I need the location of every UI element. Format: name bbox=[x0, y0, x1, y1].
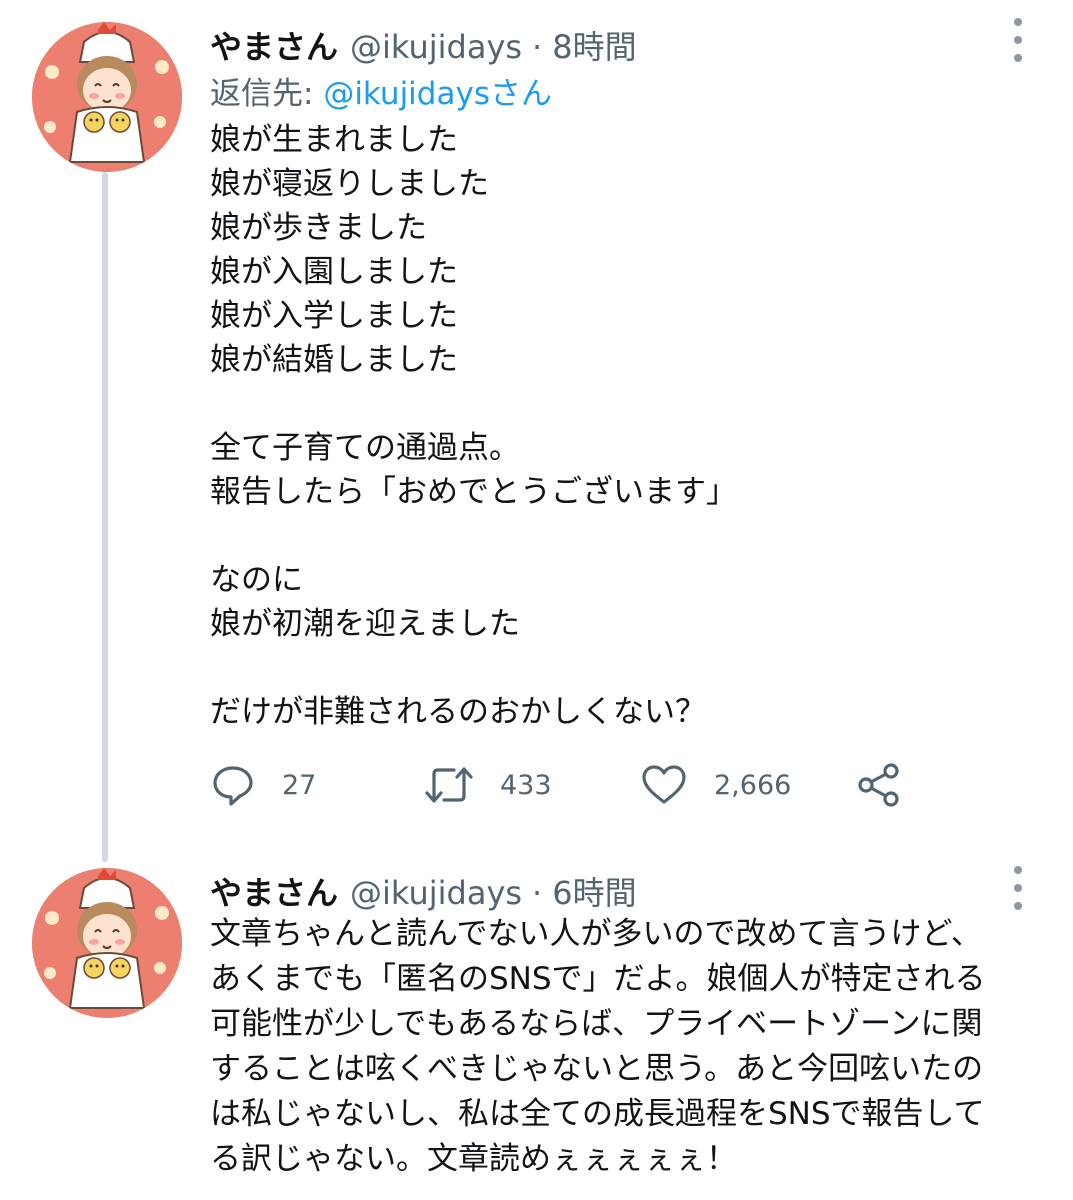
reply-count: 27 bbox=[282, 769, 317, 801]
tweet-text: 文章ちゃんと読んでない人が多いので改めて言うけど、 あくまでも「匿名のSNSで」… bbox=[210, 916, 986, 1177]
more-options-icon[interactable] bbox=[1008, 866, 1028, 910]
like-count: 2,666 bbox=[714, 769, 792, 801]
tweet-header: やまさん @ikujidays · 8時間 bbox=[210, 22, 637, 68]
tweet-actions: 27 433 2,666 bbox=[210, 760, 930, 810]
display-name[interactable]: やまさん bbox=[210, 868, 338, 914]
tweet-1: やまさん @ikujidays · 8時間 返信先: @ikujidaysさん … bbox=[0, 0, 1073, 860]
tweet-header: やまさん @ikujidays · 6時間 bbox=[210, 868, 637, 914]
timestamp[interactable]: 8時間 bbox=[552, 22, 636, 68]
tweet-2: やまさん @ikujidays · 6時間 文章ちゃんと読んでない人が多いので改… bbox=[0, 860, 1073, 1200]
separator-dot: · bbox=[532, 874, 543, 912]
like-icon bbox=[642, 765, 686, 804]
tweet-text: 娘が生まれました 娘が寝返りしました 娘が歩きました 娘が入園しました 娘が入学… bbox=[210, 122, 737, 730]
avatar[interactable] bbox=[32, 22, 182, 172]
user-handle[interactable]: @ikujidays bbox=[350, 874, 522, 912]
timestamp[interactable]: 6時間 bbox=[552, 868, 636, 914]
user-handle[interactable]: @ikujidays bbox=[350, 28, 522, 66]
share-icon bbox=[858, 763, 899, 807]
share-button[interactable] bbox=[856, 760, 902, 810]
retweet-button[interactable]: 433 bbox=[424, 760, 552, 810]
separator-dot: · bbox=[532, 28, 543, 66]
reply-to-mention[interactable]: @ikujidaysさん bbox=[323, 76, 552, 112]
reply-icon bbox=[213, 766, 253, 806]
reply-button[interactable]: 27 bbox=[210, 760, 316, 810]
retweet-icon bbox=[425, 767, 473, 803]
more-options-icon[interactable] bbox=[1008, 18, 1028, 62]
display-name[interactable]: やまさん bbox=[210, 22, 338, 68]
retweet-count: 433 bbox=[500, 769, 552, 801]
avatar[interactable] bbox=[32, 868, 182, 1018]
avatar-icon bbox=[32, 868, 182, 1018]
like-button[interactable]: 2,666 bbox=[640, 760, 791, 810]
reply-to-line: 返信先: @ikujidaysさん bbox=[210, 68, 552, 113]
reply-to-prefix: 返信先: bbox=[210, 76, 324, 112]
avatar-icon bbox=[32, 22, 182, 172]
